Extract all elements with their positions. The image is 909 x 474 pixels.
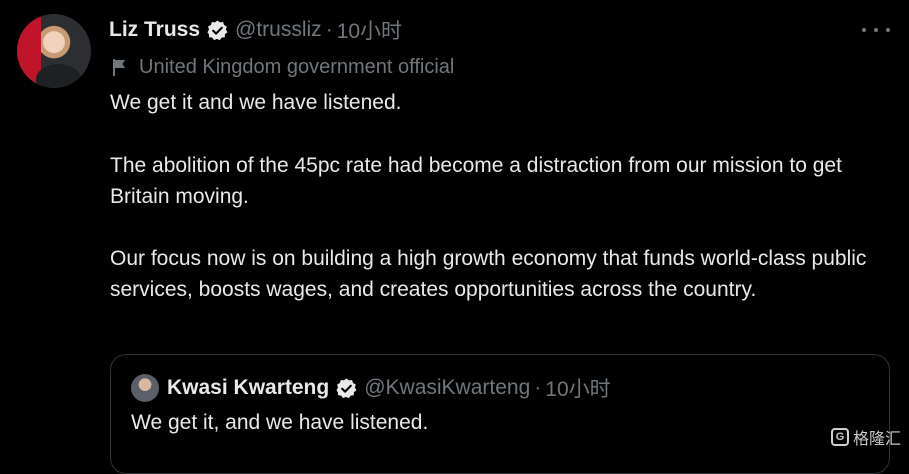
government-label: United Kingdom government official bbox=[110, 53, 454, 81]
author-name[interactable]: Liz Truss bbox=[109, 18, 200, 42]
quoted-author-name: Kwasi Kwarteng bbox=[167, 376, 330, 399]
watermark: G 格隆汇 bbox=[830, 425, 901, 449]
verified-badge-icon bbox=[335, 377, 358, 400]
more-options-icon[interactable] bbox=[862, 20, 890, 40]
tweet-paragraph: Our focus now is on building a high grow… bbox=[110, 247, 867, 301]
flag-icon bbox=[113, 59, 125, 76]
watermark-logo-icon: G bbox=[830, 428, 849, 446]
quoted-tweet[interactable]: Kwasi Kwarteng @KwasiKwarteng · 10小时 We … bbox=[110, 354, 890, 474]
quoted-tweet-header: Kwasi Kwarteng @KwasiKwarteng · 10小时 bbox=[131, 373, 611, 403]
author-handle[interactable]: @trussliz bbox=[235, 18, 322, 42]
tweet-card: Liz Truss @trussliz · 10小时 United Kingdo… bbox=[0, 0, 909, 474]
separator-dot: · bbox=[325, 18, 333, 41]
separator-dot: · bbox=[534, 376, 542, 399]
tweet-header: Liz Truss @trussliz · 10小时 bbox=[109, 15, 402, 45]
quoted-author-handle: @KwasiKwarteng bbox=[364, 376, 531, 399]
verified-badge-icon bbox=[206, 19, 229, 42]
tweet-paragraph: We get it and we have listened. bbox=[110, 91, 402, 114]
tweet-timestamp[interactable]: 10小时 bbox=[337, 15, 402, 45]
government-label-text: United Kingdom government official bbox=[139, 55, 455, 78]
quoted-tweet-timestamp: 10小时 bbox=[545, 378, 611, 401]
watermark-text: 格隆汇 bbox=[852, 431, 901, 448]
tweet-paragraph: The abolition of the 45pc rate had becom… bbox=[110, 154, 842, 208]
author-avatar[interactable] bbox=[17, 14, 91, 88]
quoted-tweet-text: We get it, and we have listened. bbox=[131, 411, 429, 434]
quoted-author-avatar bbox=[131, 374, 159, 402]
